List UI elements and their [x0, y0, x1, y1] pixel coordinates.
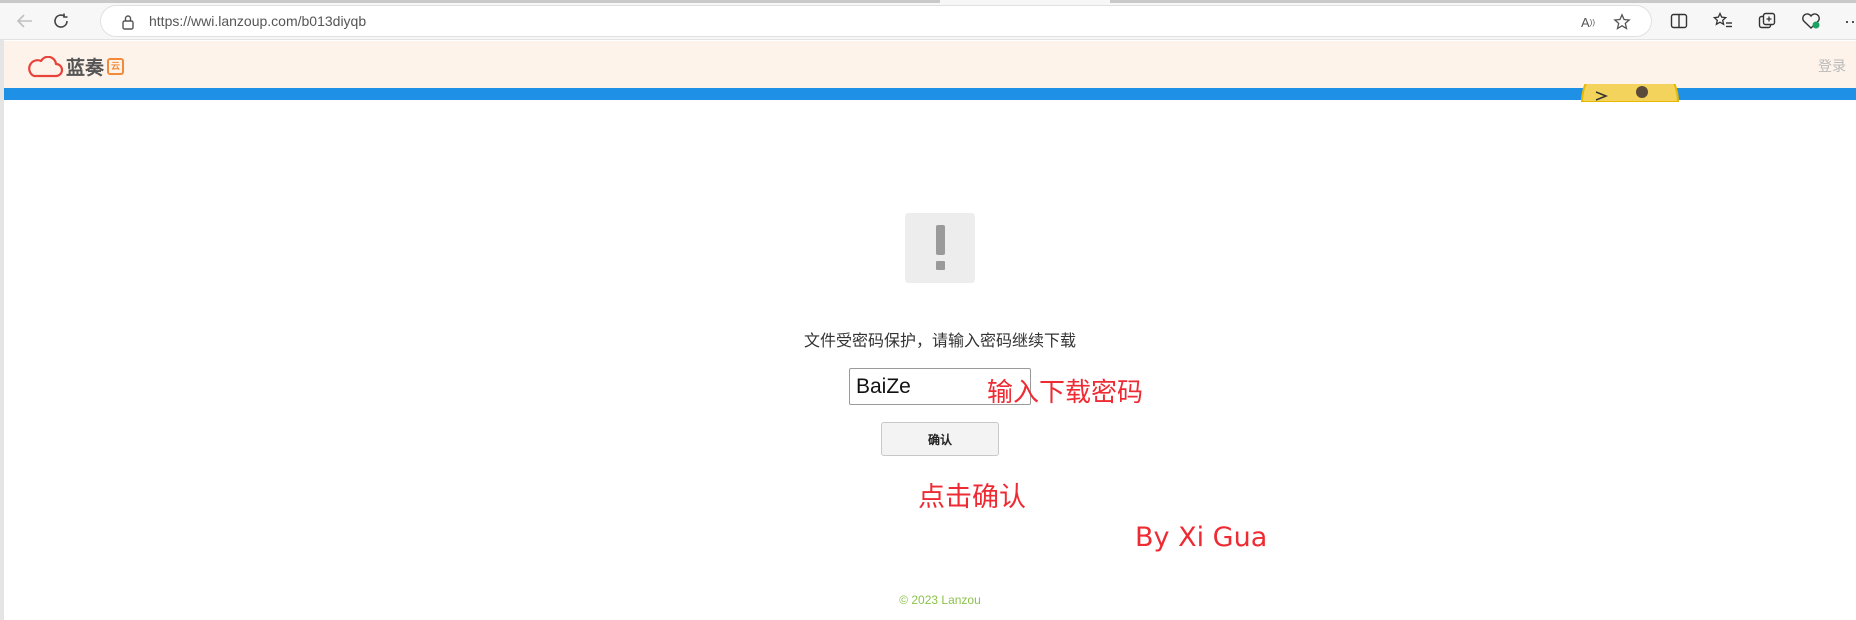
tab-strip: [1110, 0, 1856, 3]
browser-essentials-icon[interactable]: [1800, 10, 1822, 32]
favorites-list-icon[interactable]: [1712, 10, 1734, 32]
read-aloud-icon[interactable]: A)): [1577, 12, 1599, 32]
annotation-input-hint: 输入下载密码: [987, 378, 1144, 408]
collections-icon[interactable]: [1756, 10, 1778, 32]
annotation-credit: By Xi Gua: [1135, 522, 1268, 553]
password-prompt: 文件受密码保护，请输入密码继续下载: [803, 333, 1076, 350]
browser-toolbar: https://wwi.lanzoup.com/b013diyqb A)) ··…: [0, 0, 1856, 40]
lock-icon[interactable]: [121, 14, 135, 30]
login-link[interactable]: 登录: [1818, 56, 1846, 76]
footer-copyright: © 2023 Lanzou: [899, 593, 981, 607]
confirm-button[interactable]: 确认: [881, 422, 999, 456]
tab-strip: [0, 0, 940, 3]
refresh-icon[interactable]: [48, 8, 74, 34]
warning-bar: [936, 225, 945, 255]
mascot-image: [1580, 84, 1680, 102]
warning-icon: [905, 213, 975, 283]
annotation-click-hint: 点击确认: [918, 482, 1026, 513]
cloud-logo-icon: [28, 55, 64, 77]
split-screen-icon[interactable]: [1668, 10, 1690, 32]
warning-dot: [936, 261, 945, 270]
more-icon[interactable]: ···: [1842, 10, 1856, 32]
address-bar[interactable]: https://wwi.lanzoup.com/b013diyqb A)): [100, 5, 1652, 37]
site-logo[interactable]: 蓝奏 云: [26, 53, 125, 80]
url-text[interactable]: https://wwi.lanzoup.com/b013diyqb: [149, 13, 366, 29]
site-header: 蓝奏 云 登录: [4, 41, 1856, 88]
favorite-star-icon[interactable]: [1611, 12, 1633, 32]
header-accent-strip: [4, 88, 1856, 100]
logo-text: 蓝奏: [66, 58, 105, 79]
logo-badge: 云: [107, 58, 125, 75]
back-arrow-icon[interactable]: [12, 8, 38, 34]
